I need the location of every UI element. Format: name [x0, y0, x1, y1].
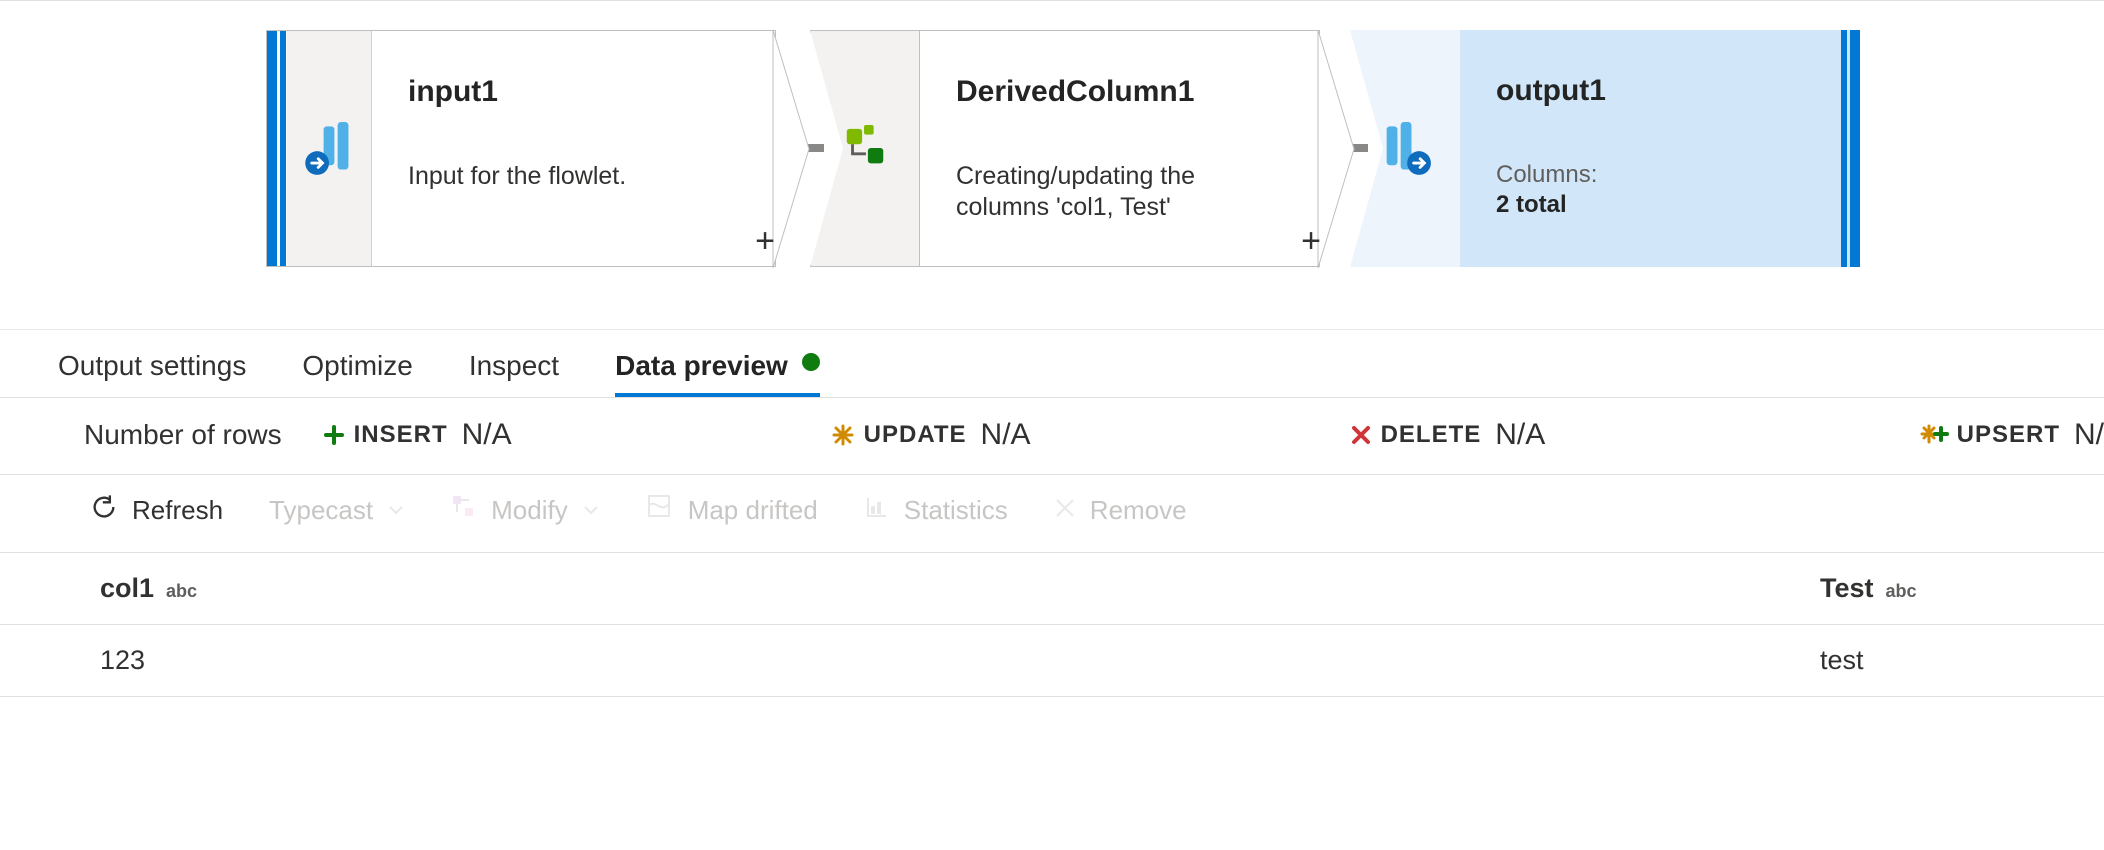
insert-label: INSERT: [354, 421, 448, 449]
cell: test: [1820, 645, 2004, 676]
update-value: N/A: [981, 418, 1031, 452]
preview-toolbar: Refresh Typecast Modify Map drifted Stat…: [0, 475, 2104, 553]
plus-icon: [324, 425, 344, 445]
node-subtitle: Input for the flowlet.: [408, 161, 739, 192]
update-label: UPDATE: [864, 421, 967, 449]
delete-value: N/A: [1495, 418, 1545, 452]
rows-label: Number of rows: [84, 419, 282, 451]
map-drifted-icon: [646, 493, 674, 528]
chevron-down-icon: [582, 495, 600, 526]
x-icon: [1351, 425, 1371, 445]
typecast-button[interactable]: Typecast: [269, 495, 405, 526]
column-header[interactable]: Testabc: [1820, 573, 2004, 604]
tab-data-preview[interactable]: Data preview: [615, 350, 820, 397]
table-header-row: col1abc Testabc: [0, 553, 2104, 625]
status-dot-icon: [802, 353, 820, 371]
data-preview-table: col1abc Testabc 123 test: [0, 553, 2104, 697]
statistics-button[interactable]: Statistics: [864, 494, 1008, 527]
node-subtitle: Creating/updating the columns 'col1, Tes…: [956, 161, 1283, 224]
node-title: DerivedColumn1: [956, 73, 1283, 111]
node-output1[interactable]: output1 Columns: 2 total: [1350, 30, 1860, 267]
selection-stripe: [1850, 30, 1860, 267]
remove-button[interactable]: Remove: [1054, 495, 1187, 526]
modify-button[interactable]: Modify: [451, 494, 600, 527]
selection-stripe: [267, 31, 277, 266]
type-badge: abc: [166, 581, 197, 601]
insert-value: N/A: [462, 418, 512, 452]
statistics-icon: [864, 494, 890, 527]
node-input1[interactable]: input1 Input for the flowlet.: [266, 30, 776, 267]
refresh-icon: [90, 493, 118, 528]
row-summary: Number of rows INSERT N/A UPDATE N/A DEL…: [0, 398, 2104, 475]
add-step-button[interactable]: +: [1296, 226, 1326, 256]
node-derivedcolumn1[interactable]: DerivedColumn1 Creating/updating the col…: [810, 30, 1320, 267]
tab-output-settings[interactable]: Output settings: [58, 350, 246, 397]
cell: 123: [100, 645, 1820, 676]
details-tabs: Output settings Optimize Inspect Data pr…: [0, 330, 2104, 398]
flowlet-output-icon: [1350, 30, 1460, 267]
add-step-button[interactable]: +: [750, 226, 780, 256]
tab-inspect[interactable]: Inspect: [469, 350, 559, 397]
dataflow-canvas[interactable]: input1 Input for the flowlet. + DerivedC…: [0, 0, 2104, 330]
refresh-button[interactable]: Refresh: [90, 493, 223, 528]
delete-label: DELETE: [1381, 421, 1482, 449]
tab-optimize[interactable]: Optimize: [302, 350, 412, 397]
flowlet-input-icon: [287, 31, 372, 266]
chevron-down-icon: [387, 495, 405, 526]
close-icon: [1054, 495, 1076, 526]
type-badge: abc: [1886, 581, 1917, 601]
node-subtitle: Columns: 2 total: [1496, 160, 1824, 220]
upsert-label: UPSERT: [1957, 421, 2060, 449]
column-header[interactable]: col1abc: [100, 573, 1820, 604]
node-title: output1: [1496, 72, 1824, 110]
map-drifted-button[interactable]: Map drifted: [646, 493, 818, 528]
upsert-value: N/: [2074, 418, 2104, 452]
asterisk-icon: [832, 424, 854, 446]
derived-column-icon: [810, 30, 920, 267]
modify-icon: [451, 494, 477, 527]
node-title: input1: [408, 73, 739, 111]
upsert-icon: [1921, 424, 1947, 446]
table-row[interactable]: 123 test: [0, 625, 2104, 697]
